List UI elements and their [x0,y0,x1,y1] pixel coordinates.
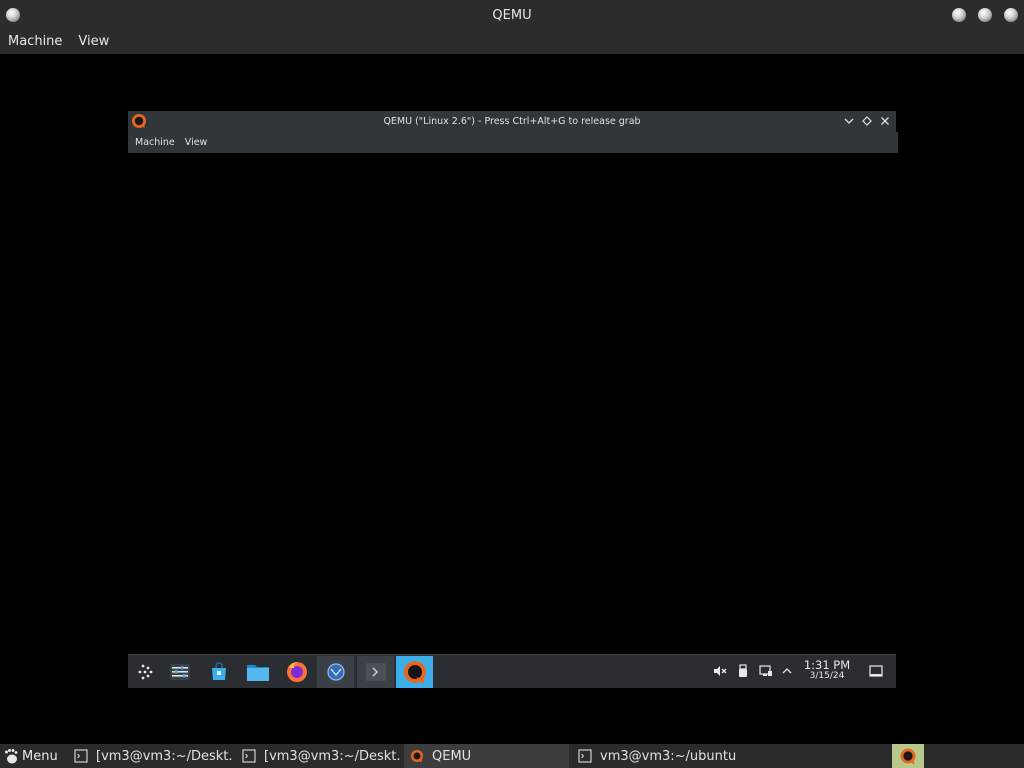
audio-muted-icon[interactable] [712,663,728,679]
network-wired-icon[interactable] [758,663,774,679]
guest-clock[interactable]: 1:31 PM 3/15/24 [802,658,852,682]
qemu-icon [411,750,423,763]
gnome-foot-icon [5,749,18,764]
qemu-icon[interactable] [131,113,147,129]
host-taskbar: Menu [vm3@vm3:~/Deskt... [vm3@vm3:~/Desk… [0,744,1024,768]
guest-taskbar: 1:31 PM 3/15/24 [128,654,896,688]
task-terminal-2[interactable]: [vm3@vm3:~/Deskt... [236,744,401,768]
tray-qemu-button[interactable] [892,744,924,768]
guest-qemu-window: QEMU ("Linux 2.6") - Press Ctrl+Alt+G to… [128,111,898,688]
terminal-icon[interactable] [357,656,394,688]
menu-machine[interactable]: Machine [0,30,70,54]
host-menubar: Machine View [0,30,1024,54]
file-manager-icon[interactable] [239,656,276,688]
maximize-icon[interactable] [978,8,992,22]
task-terminal-1[interactable]: [vm3@vm3:~/Deskt... [68,744,233,768]
guest-display[interactable] [128,153,896,654]
task-label: [vm3@vm3:~/Deskt... [96,748,233,764]
usb-device-icon[interactable] [735,663,751,679]
close-icon[interactable] [1004,8,1018,22]
menu-machine[interactable]: Machine [130,132,180,153]
menu-view[interactable]: View [70,30,117,54]
clock-date: 3/15/24 [809,671,845,681]
network-globe-icon[interactable] [317,656,354,688]
menu-view[interactable]: View [180,132,213,153]
minimize-icon[interactable] [842,114,856,128]
task-label: vm3@vm3:~/ubuntu... [600,748,737,764]
clock-time: 1:31 PM [803,658,851,672]
window-menu-icon[interactable] [6,8,20,22]
host-menu-label: Menu [22,748,58,764]
terminal-icon [242,749,256,763]
host-menu-button[interactable]: Menu [0,744,58,768]
show-desktop-icon[interactable] [868,663,884,679]
host-window-titlebar[interactable]: QEMU [0,0,1024,30]
task-terminal-3[interactable]: vm3@vm3:~/ubuntu... [572,744,737,768]
task-qemu[interactable]: QEMU [404,744,569,768]
firefox-icon[interactable] [278,656,315,688]
task-label: QEMU [432,748,472,764]
task-label: [vm3@vm3:~/Deskt... [264,748,401,764]
terminal-icon [578,749,592,763]
minimize-icon[interactable] [952,8,966,22]
chevron-up-icon[interactable] [779,663,795,679]
guest-window-titlebar[interactable]: QEMU ("Linux 2.6") - Press Ctrl+Alt+G to… [128,111,896,132]
discover-store-icon[interactable] [200,656,237,688]
application-launcher-icon[interactable] [128,656,165,688]
system-settings-icon[interactable] [161,656,198,688]
guest-window-title: QEMU ("Linux 2.6") - Press Ctrl+Alt+G to… [383,116,641,127]
terminal-icon [74,749,88,763]
guest-menubar: Machine View [128,132,898,153]
close-icon[interactable] [878,114,892,128]
maximize-icon[interactable] [860,114,874,128]
host-window-title: QEMU [492,7,532,23]
qemu-icon[interactable] [396,656,433,688]
qemu-icon [900,748,916,765]
